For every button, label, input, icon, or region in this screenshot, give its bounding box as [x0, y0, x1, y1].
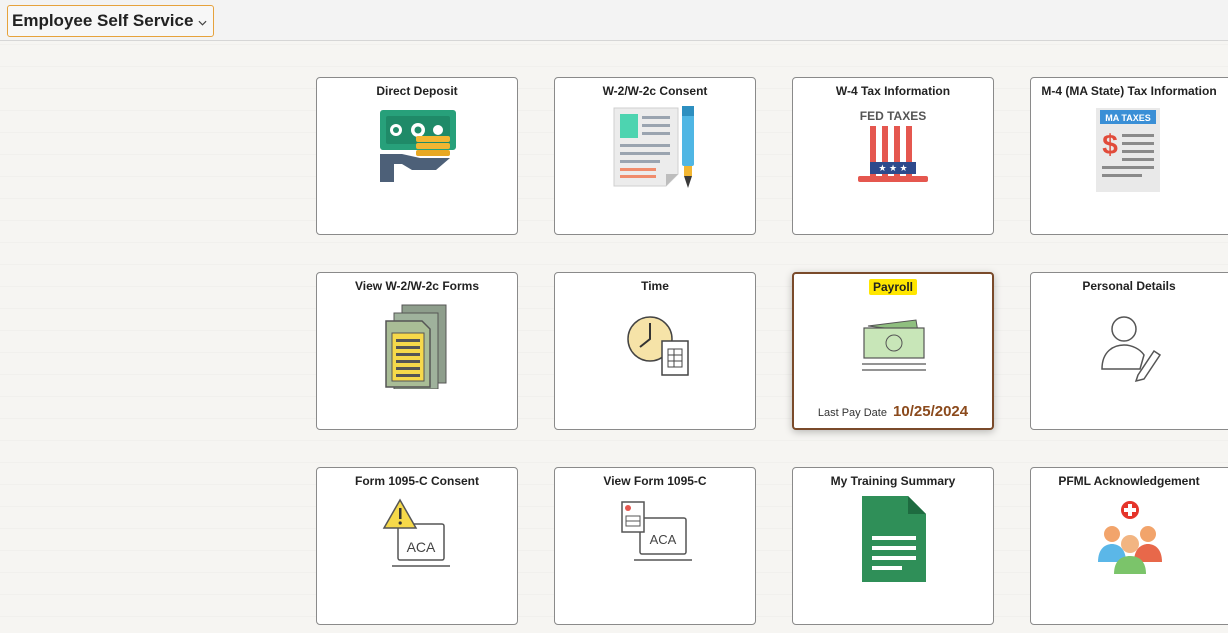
tile-personal-details[interactable]: Personal Details [1030, 272, 1228, 430]
tile-my-training-summary[interactable]: My Training Summary [792, 467, 994, 625]
direct-deposit-icon [380, 110, 456, 182]
tile-1095c-consent[interactable]: Form 1095-C Consent ACA [316, 467, 518, 625]
consent-document-icon [613, 106, 694, 188]
tile-label: Personal Details [1082, 279, 1176, 293]
tile-time[interactable]: Time [554, 272, 756, 430]
last-pay-date: Last Pay Date 10/25/2024 [794, 403, 992, 420]
tile-label-highlight: Payroll [868, 279, 918, 295]
last-pay-date-label: Last Pay Date [817, 407, 887, 419]
cash-icon [862, 319, 926, 371]
aca-warning-icon: ACA [382, 498, 450, 567]
homepage-title: Employee Self Service [12, 11, 194, 30]
people-medical-icon [1098, 501, 1162, 574]
fed-taxes-icon-text: FED TAXES [860, 109, 926, 123]
tile-payroll[interactable]: Payroll Last Pay Date 10/25/2024 [792, 272, 994, 430]
tile-view-w2-forms[interactable]: View W-2/W-2c Forms [316, 272, 518, 430]
tile-label: View W-2/W-2c Forms [355, 279, 479, 293]
svg-text:$: $ [1102, 129, 1118, 160]
tile-pfml-acknowledgement[interactable]: PFML Acknowledgement [1030, 467, 1228, 625]
tile-label: Direct Deposit [376, 84, 458, 98]
ma-taxes-icon: MA TAXES $ [1096, 108, 1160, 192]
top-bar: Employee Self Service [0, 0, 1228, 41]
tile-label: W-4 Tax Information [835, 84, 951, 98]
tile-label: Payroll [794, 279, 992, 295]
user-edit-icon [1101, 316, 1162, 383]
svg-text:★ ★ ★: ★ ★ ★ [878, 163, 907, 173]
homepage-selector-button[interactable]: Employee Self Service [7, 5, 215, 37]
tile-label: My Training Summary [830, 474, 956, 488]
tile-direct-deposit[interactable]: Direct Deposit [316, 77, 518, 235]
ma-taxes-icon-text: MA TAXES [1105, 113, 1151, 123]
tile-label: M-4 (MA State) Tax Information [1041, 84, 1217, 98]
aca-icon-text: ACA [407, 539, 436, 555]
chevron-down-icon [198, 20, 207, 26]
tile-view-1095c[interactable]: View Form 1095-C ACA [554, 467, 756, 625]
fed-taxes-icon: FED TAXES ★ ★ ★ [858, 109, 928, 182]
green-document-icon [862, 496, 926, 582]
tile-label: PFML Acknowledgement [1058, 474, 1200, 488]
aca-form-icon-text: ACA [650, 532, 677, 547]
tile-label: W-2/W-2c Consent [602, 84, 708, 98]
tile-label: Time [641, 279, 669, 293]
tile-w4-tax[interactable]: W-4 Tax Information FED TAXES ★ ★ ★ [792, 77, 994, 235]
aca-form-icon: ACA [621, 501, 692, 561]
clock-timesheet-icon [627, 316, 689, 376]
last-pay-date-value: 10/25/2024 [893, 403, 969, 420]
tile-label: View Form 1095-C [603, 474, 707, 488]
tile-m4-tax[interactable]: M-4 (MA State) Tax Information MA TAXES … [1030, 77, 1228, 235]
tile-w2-consent[interactable]: W-2/W-2c Consent [554, 77, 756, 235]
forms-stack-icon [385, 304, 447, 389]
tile-label: Form 1095-C Consent [354, 474, 480, 488]
